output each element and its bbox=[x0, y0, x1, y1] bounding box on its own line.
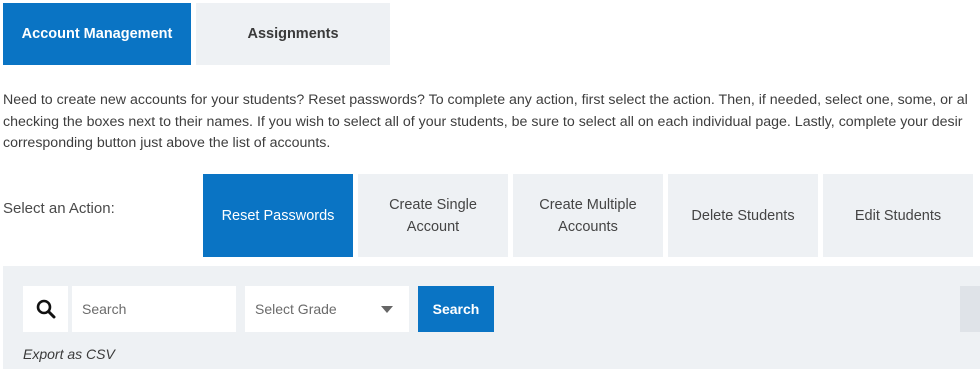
panel-side-control[interactable] bbox=[960, 286, 980, 332]
search-input[interactable] bbox=[72, 286, 236, 332]
reset-passwords-button[interactable]: Reset Passwords bbox=[203, 174, 353, 257]
edit-students-button[interactable]: Edit Students bbox=[823, 174, 973, 257]
export-csv-link[interactable]: Export as CSV bbox=[23, 346, 115, 362]
top-tabs: Account Management Assignments bbox=[3, 3, 390, 65]
instructions-line: checking the boxes next to their names. … bbox=[3, 113, 963, 130]
search-icon-box[interactable] bbox=[23, 286, 68, 332]
magnifier-icon bbox=[36, 299, 55, 319]
instructions-text: Need to create new accounts for your stu… bbox=[3, 90, 980, 155]
instructions-line: corresponding button just above the list… bbox=[3, 135, 331, 151]
search-button[interactable]: Search bbox=[418, 286, 494, 332]
create-single-account-button[interactable]: Create Single Account bbox=[358, 174, 508, 257]
chevron-down-icon bbox=[381, 305, 393, 313]
delete-students-button[interactable]: Delete Students bbox=[668, 174, 818, 257]
instructions-line: Need to create new accounts for your stu… bbox=[3, 92, 968, 108]
grade-select[interactable]: Select Grade bbox=[245, 286, 409, 332]
search-panel: Select Grade Search Export as CSV bbox=[3, 266, 980, 369]
create-multiple-accounts-button[interactable]: Create Multiple Accounts bbox=[513, 174, 663, 257]
tab-assignments[interactable]: Assignments bbox=[196, 3, 390, 65]
select-action-label: Select an Action: bbox=[3, 200, 115, 217]
tab-account-management[interactable]: Account Management bbox=[3, 3, 191, 65]
account-management-page: Account Management Assignments Need to c… bbox=[0, 0, 980, 369]
grade-select-label: Select Grade bbox=[255, 301, 337, 317]
